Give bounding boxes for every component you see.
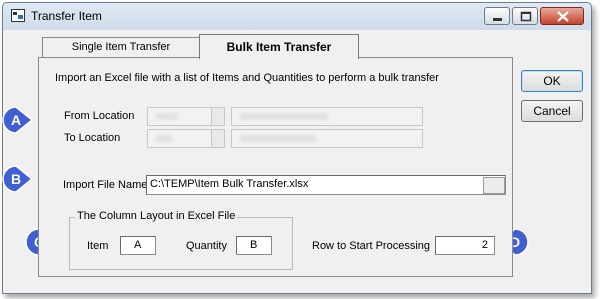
ok-button[interactable]: OK (521, 70, 583, 92)
tab-single-item-transfer[interactable]: Single Item Transfer (42, 37, 200, 57)
panel-description: Import an Excel file with a list of Item… (55, 72, 439, 84)
column-layout-group: The Column Layout in Excel File Item A Q… (69, 210, 293, 270)
browse-file-button[interactable] (483, 177, 505, 194)
maximize-button[interactable] (512, 7, 538, 25)
quantity-column-label: Quantity (186, 240, 227, 252)
callout-b-marker: B (2, 165, 34, 193)
app-icon (11, 9, 25, 22)
to-location-label: To Location (64, 132, 121, 144)
bulk-transfer-panel: Import an Excel file with a list of Item… (38, 57, 513, 277)
column-layout-group-title: The Column Layout in Excel File (75, 210, 238, 222)
row-start-value: 2 (481, 239, 488, 251)
from-location-name-field (231, 107, 423, 126)
to-location-combo[interactable] (147, 129, 225, 148)
callout-b-letter: B (10, 171, 22, 187)
row-start-label: Row to Start Processing (312, 240, 430, 252)
item-column-value: A (134, 239, 142, 251)
maximize-icon (520, 11, 532, 22)
from-location-label: From Location (64, 110, 135, 122)
callout-a-letter: A (10, 112, 22, 128)
minimize-icon (493, 18, 502, 21)
chevron-down-icon[interactable] (211, 130, 224, 147)
import-file-name-label: Import File Name (63, 179, 148, 191)
cancel-button[interactable]: Cancel (521, 100, 583, 122)
title-bar: Transfer Item (3, 3, 591, 30)
close-button[interactable] (540, 7, 584, 25)
transfer-item-window: Transfer Item Single Item Transfer Bulk … (2, 2, 592, 294)
chevron-down-icon[interactable] (211, 108, 224, 125)
callout-a-marker: A (2, 106, 34, 134)
row-start-input[interactable]: 2 (435, 236, 495, 255)
item-column-input[interactable]: A (120, 236, 156, 255)
import-file-name-input[interactable]: C:\TEMP\Item Bulk Transfer.xlsx (146, 175, 506, 195)
import-file-name-value: C:\TEMP\Item Bulk Transfer.xlsx (150, 178, 309, 190)
window-title: Transfer Item (31, 9, 102, 23)
quantity-column-value: B (250, 239, 258, 251)
dialog-client-area: Single Item Transfer Bulk Item Transfer … (9, 32, 585, 288)
from-location-combo[interactable] (147, 107, 225, 126)
tab-bulk-item-transfer[interactable]: Bulk Item Transfer (199, 34, 359, 59)
item-column-label: Item (87, 240, 109, 252)
to-location-name-field (231, 129, 423, 148)
quantity-column-input[interactable]: B (236, 236, 272, 255)
minimize-button[interactable] (484, 7, 510, 25)
close-icon (557, 11, 569, 22)
